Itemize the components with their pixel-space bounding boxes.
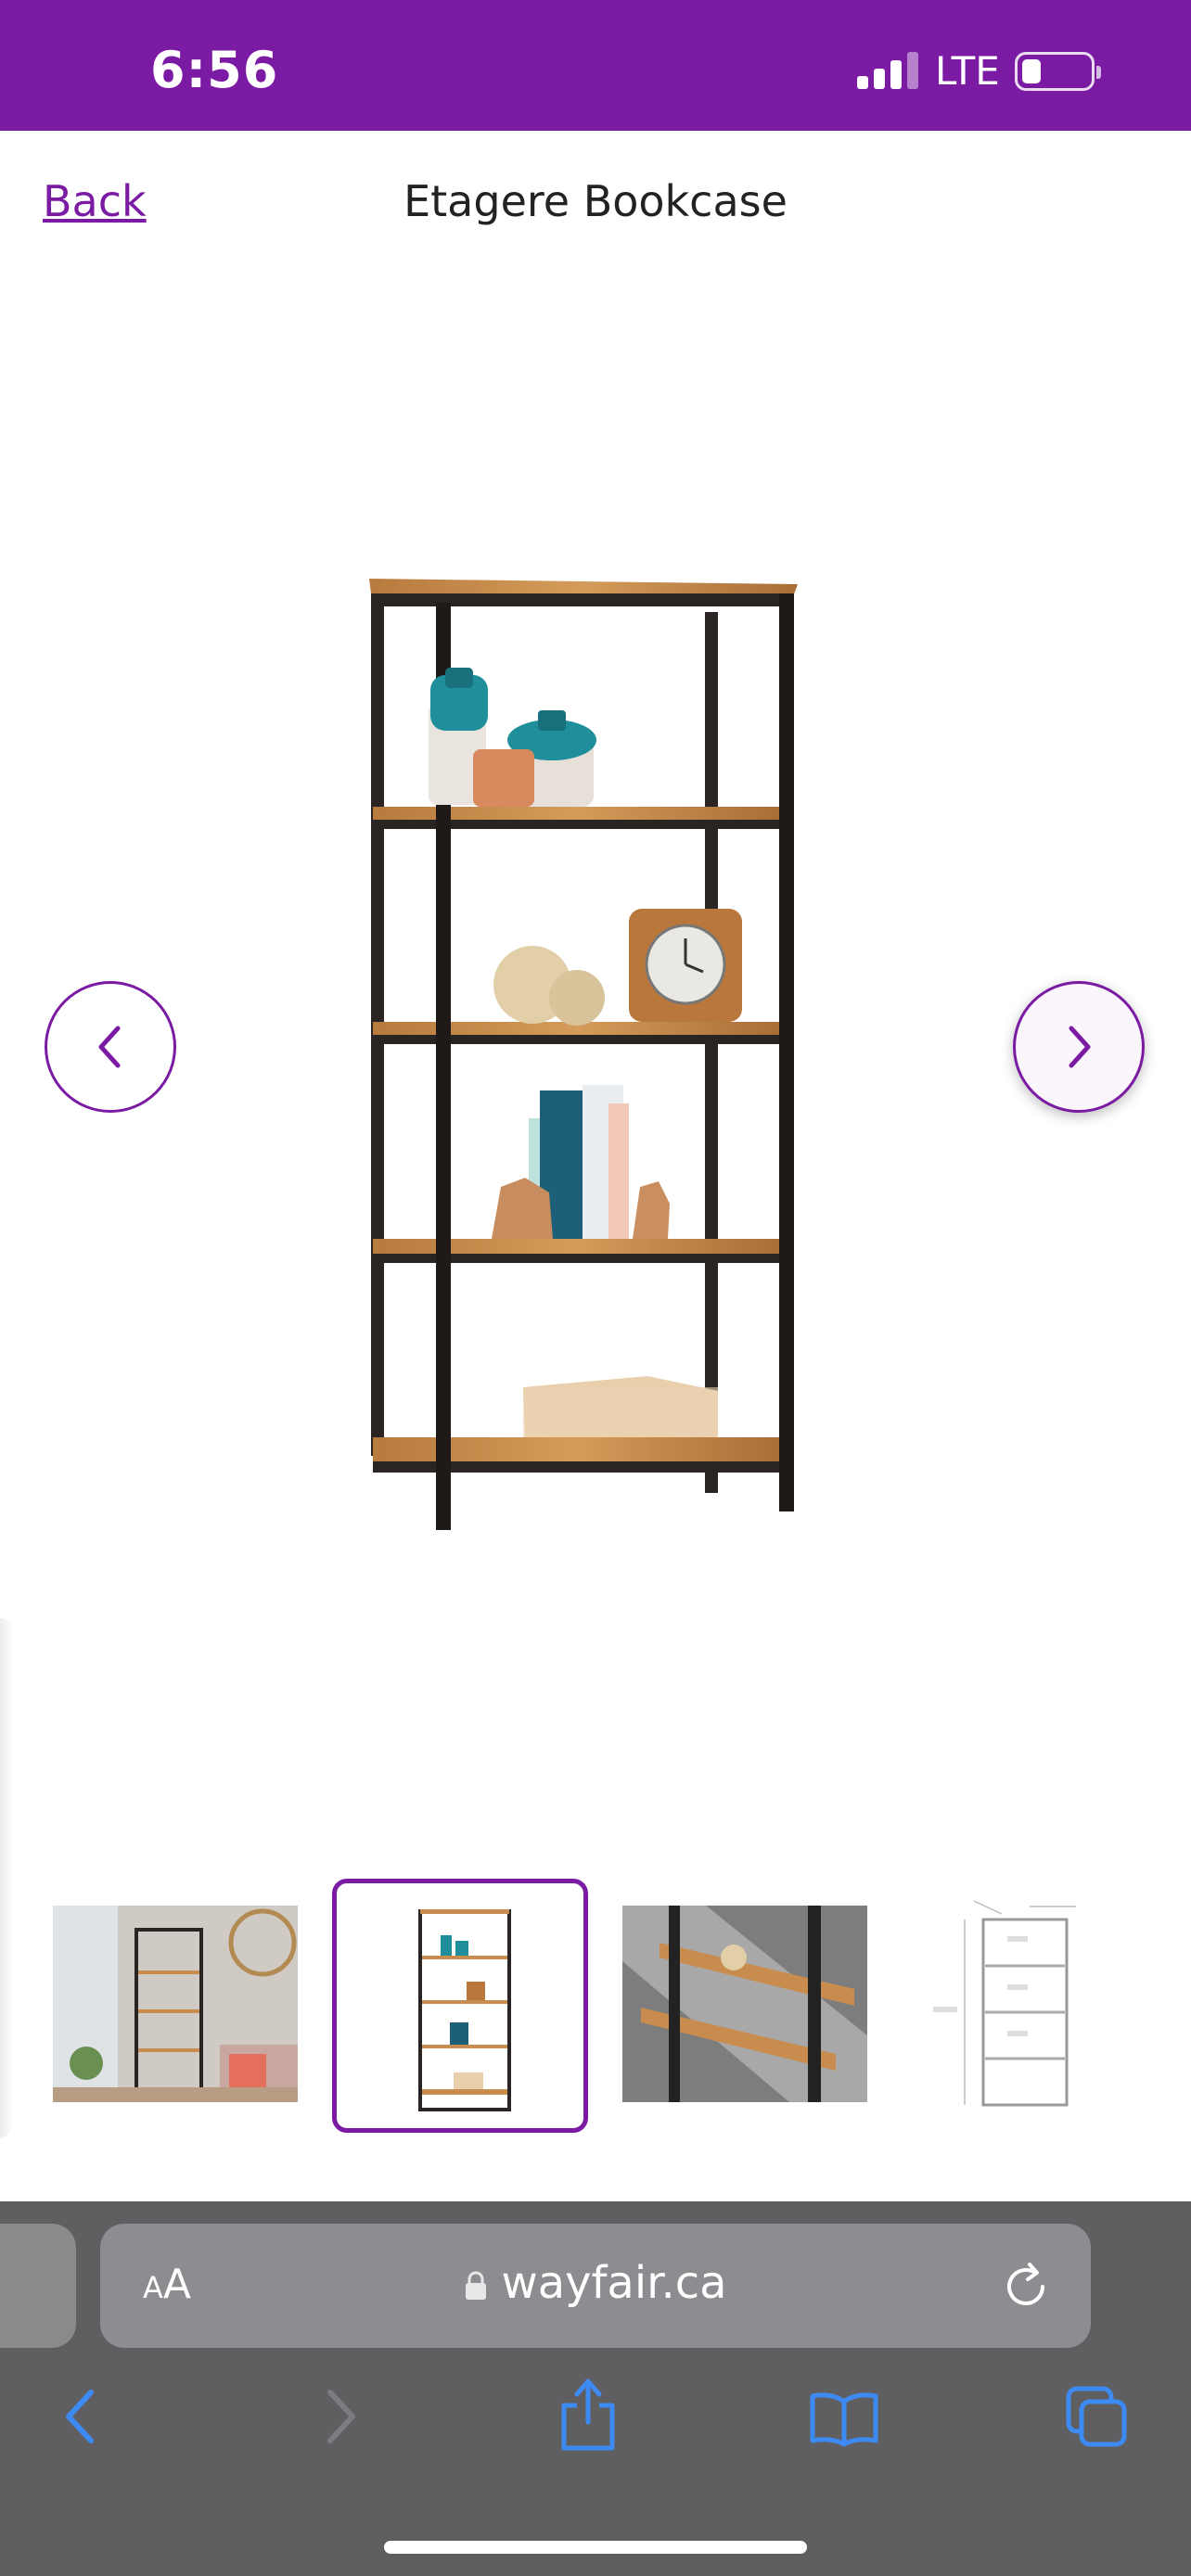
closeup-photo	[622, 1906, 867, 2102]
side-panel-peek[interactable]	[0, 1618, 13, 2137]
previous-tab-peek[interactable]	[0, 2224, 76, 2348]
chevron-left-icon	[98, 1026, 121, 1068]
tabs-icon[interactable]	[1063, 2383, 1130, 2450]
thumbnail-room-view[interactable]	[53, 1906, 298, 2102]
home-indicator[interactable]	[384, 2541, 807, 2554]
reload-icon[interactable]	[1002, 2257, 1054, 2313]
room-photo	[53, 1906, 298, 2102]
battery-icon	[1015, 52, 1101, 91]
browser-forward-icon[interactable]	[317, 2385, 364, 2450]
url-text: wayfair.ca	[501, 2257, 727, 2309]
bookcase-thumbnail	[418, 1909, 511, 2111]
status-bar: 6:56 LTE	[0, 0, 1191, 131]
thumbnail-shelf-closeup[interactable]	[622, 1906, 867, 2102]
status-time: 6:56	[150, 41, 279, 99]
thumbnail-product-selected[interactable]	[332, 1879, 588, 2133]
bookmarks-icon[interactable]	[809, 2389, 879, 2448]
cellular-signal-icon	[857, 52, 918, 89]
thumbnail-dimensions[interactable]	[909, 1892, 1122, 2114]
network-type: LTE	[935, 48, 1000, 94]
product-image	[334, 538, 816, 1576]
page-title: Etagere Bookcase	[403, 176, 788, 226]
back-link[interactable]: Back	[43, 176, 147, 226]
previous-image-button[interactable]	[45, 981, 176, 1113]
bookcase-illustration	[369, 579, 798, 1530]
url-display[interactable]: wayfair.ca	[100, 2257, 1091, 2309]
chevron-right-icon	[1069, 1026, 1091, 1068]
dimensions-diagram	[933, 1900, 1076, 2107]
next-image-button[interactable]	[1013, 981, 1145, 1113]
share-icon[interactable]	[558, 2376, 618, 2454]
address-bar[interactable]: AA wayfair.ca	[100, 2224, 1091, 2348]
lock-icon	[466, 2271, 487, 2300]
browser-back-icon[interactable]	[58, 2385, 104, 2450]
